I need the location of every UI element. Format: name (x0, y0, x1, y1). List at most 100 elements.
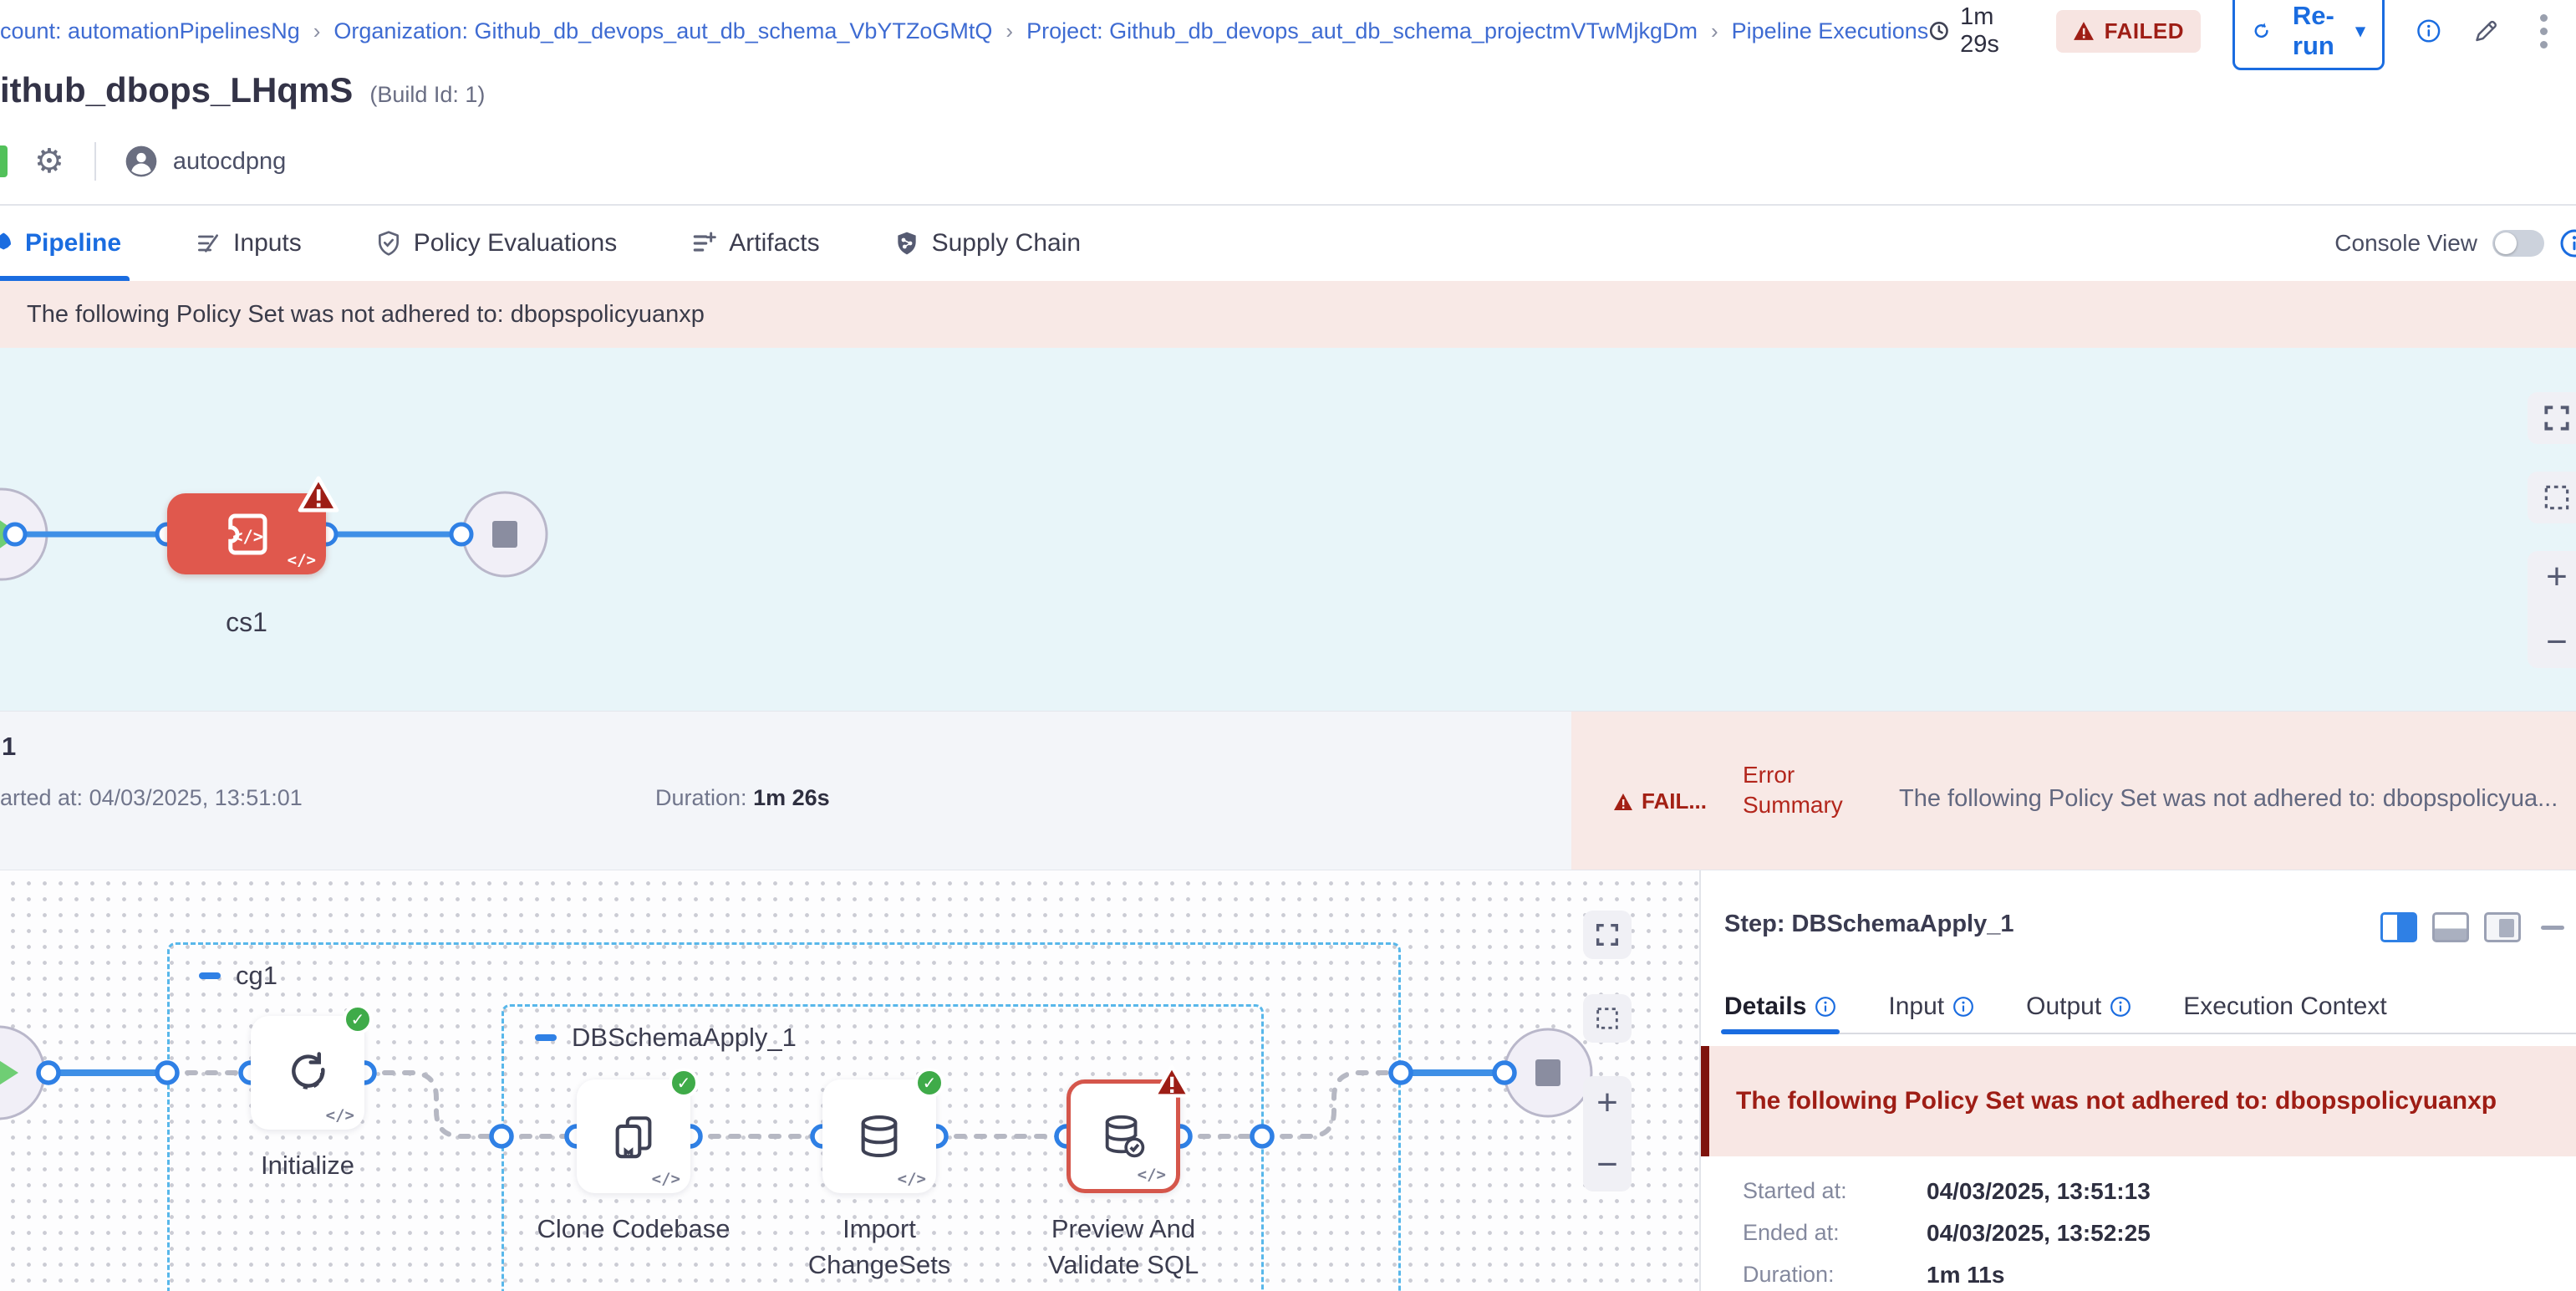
step-panel-title: Step: DBSchemaApply_1 (1724, 911, 2014, 938)
layout-bottom-drawer-icon[interactable] (2432, 912, 2469, 942)
minimize-panel-icon[interactable] (2541, 926, 2564, 930)
error-badge-icon (1153, 1064, 1191, 1099)
tab-output-label: Output (2026, 992, 2101, 1021)
stage-node-cs1[interactable]: </> </> (167, 493, 326, 574)
console-view-label: Console View (2334, 230, 2477, 257)
gear-icon[interactable]: ⚙ (34, 142, 64, 181)
step-node-initialize[interactable]: </> ✓ (251, 1016, 364, 1130)
tab-details[interactable]: Details (1724, 981, 1836, 1033)
tab-execution-context[interactable]: Execution Context (2183, 981, 2386, 1033)
detail-row-started: Started at: 04/03/2025, 13:51:13 (1743, 1178, 1847, 1204)
stage-graph-canvas[interactable]: </> </> cs1 + − (0, 348, 2576, 711)
breadcrumb-pipeline-executions[interactable]: Pipeline Executions (1732, 18, 1929, 44)
execution-tabs: Pipeline Inputs Policy Evaluations Artif… (0, 204, 2576, 281)
success-badge-icon: ✓ (343, 1004, 373, 1034)
database-icon (855, 1112, 904, 1161)
supply-chain-shield-icon (893, 230, 920, 257)
step-node-import-changesets[interactable]: </> ✓ (822, 1079, 936, 1193)
code-icon: </> (1138, 1166, 1166, 1184)
tab-artifacts[interactable]: Artifacts (690, 206, 819, 281)
fullscreen-button[interactable] (1583, 911, 1632, 959)
panel-layout-controls (2380, 912, 2564, 942)
breadcrumb: count: automationPipelinesNg › Organizat… (0, 18, 1928, 44)
clone-codebase-icon (609, 1112, 658, 1161)
step-node-label[interactable]: Preview And Validate SQL (1023, 1212, 1224, 1283)
zoom-in-button[interactable]: + (2546, 559, 2568, 595)
fullscreen-button[interactable] (2528, 392, 2576, 444)
stage-node-label[interactable]: cs1 (167, 607, 326, 638)
rerun-label: Re-run (2281, 1, 2345, 61)
info-icon[interactable] (2416, 16, 2441, 46)
breadcrumb-organization[interactable]: Organization: Github_db_devops_aut_db_sc… (333, 18, 992, 44)
stage-duration-label: Duration: (655, 785, 747, 810)
step-details-panel: Step: DBSchemaApply_1 Details Input Outp… (1699, 870, 2576, 1291)
rerun-button[interactable]: Re-run ▾ (2232, 0, 2385, 70)
step-graph-canvas[interactable]: cg1 DBSchemaApply_1 (0, 870, 1699, 1291)
zoom-controls: + − (2528, 551, 2576, 668)
breadcrumb-separator: › (1711, 18, 1718, 44)
zoom-controls: + − (1583, 1076, 1632, 1191)
canvas-select-button[interactable] (1583, 994, 1632, 1043)
stage-graph-connectors (0, 348, 2576, 711)
code-icon: </> (326, 1106, 354, 1125)
step-node-label[interactable]: Initialize (207, 1148, 408, 1184)
step-node-clone-codebase[interactable]: </> ✓ (577, 1079, 690, 1193)
tab-artifacts-label: Artifacts (729, 229, 819, 258)
database-check-icon (1099, 1112, 1148, 1161)
top-bar: count: automationPipelinesNg › Organizat… (0, 0, 2576, 62)
title-row: ithub_dbops_LHqmS (Build Id: 1) (0, 70, 485, 110)
tab-input-label: Input (1888, 992, 1944, 1021)
execution-detail-section: cg1 DBSchemaApply_1 (0, 870, 2576, 1291)
tab-details-label: Details (1724, 992, 1806, 1021)
layout-modal-icon[interactable] (2484, 912, 2521, 942)
divider (94, 142, 96, 181)
custom-stage-icon: </> (219, 507, 274, 562)
info-icon[interactable] (2559, 228, 2576, 258)
tab-supply-chain-label: Supply Chain (932, 229, 1081, 258)
initialize-sync-icon (283, 1048, 333, 1098)
stage-fail-badge-label: FAIL... (1642, 788, 1707, 814)
step-error-box: The following Policy Set was not adhered… (1701, 1046, 2576, 1156)
breadcrumb-separator: › (313, 18, 321, 44)
error-badge-icon (298, 475, 339, 513)
error-summary-message: The following Policy Set was not adhered… (1899, 785, 2576, 813)
started-at-value: 04/03/2025, 13:51:13 (1927, 1178, 2151, 1205)
detail-row-duration: Duration: 1m 11s (1743, 1262, 1835, 1288)
step-error-message: The following Policy Set was not adhered… (1736, 1087, 2497, 1115)
duration-value: 1m 11s (1927, 1262, 2004, 1288)
info-icon (1952, 996, 1974, 1018)
stage-info-bar: 1 arted at: 04/03/2025, 13:51:01 Duratio… (0, 711, 2576, 870)
layout-right-drawer-icon[interactable] (2380, 912, 2417, 942)
tab-execution-context-label: Execution Context (2183, 992, 2386, 1021)
step-node-label[interactable]: Import ChangeSets (779, 1212, 980, 1283)
canvas-select-button[interactable] (2528, 472, 2576, 523)
tab-supply-chain[interactable]: Supply Chain (893, 206, 1081, 281)
build-id: (Build Id: 1) (369, 82, 485, 108)
success-badge-icon: ✓ (914, 1068, 944, 1098)
tab-output[interactable]: Output (2026, 981, 2131, 1033)
breadcrumb-separator: › (1005, 18, 1013, 44)
started-at-label: Started at: (1743, 1178, 1847, 1203)
tab-input[interactable]: Input (1888, 981, 1974, 1033)
step-node-label[interactable]: Clone Codebase (533, 1212, 734, 1248)
tab-pipeline[interactable]: Pipeline (0, 206, 121, 281)
zoom-out-button[interactable]: − (2546, 624, 2568, 661)
svg-text:</>: </> (232, 526, 263, 546)
policy-violation-banner: The following Policy Set was not adhered… (0, 281, 2576, 348)
ended-at-value: 04/03/2025, 13:52:25 (1927, 1220, 2151, 1247)
clock-icon (1928, 18, 1950, 44)
tab-policy-evaluations[interactable]: Policy Evaluations (375, 206, 617, 281)
more-options-menu-icon[interactable] (2532, 11, 2556, 52)
console-view-toggle[interactable] (2492, 230, 2544, 257)
edit-pencil-icon[interactable] (2472, 14, 2500, 48)
breadcrumb-project[interactable]: Project: Github_db_devops_aut_db_schema_… (1026, 18, 1698, 44)
tab-inputs[interactable]: Inputs (195, 206, 302, 281)
stage-duration-value: 1m 26s (753, 785, 830, 810)
zoom-in-button[interactable]: + (1596, 1084, 1618, 1121)
pipeline-icon (0, 231, 13, 256)
breadcrumb-account[interactable]: count: automationPipelinesNg (0, 18, 300, 44)
triggered-by-user: autocdpng (173, 148, 286, 176)
detail-row-ended: Ended at: 04/03/2025, 13:52:25 (1743, 1220, 1840, 1246)
zoom-out-button[interactable]: − (1596, 1146, 1618, 1183)
step-node-preview-validate-sql[interactable]: </> (1067, 1079, 1180, 1193)
